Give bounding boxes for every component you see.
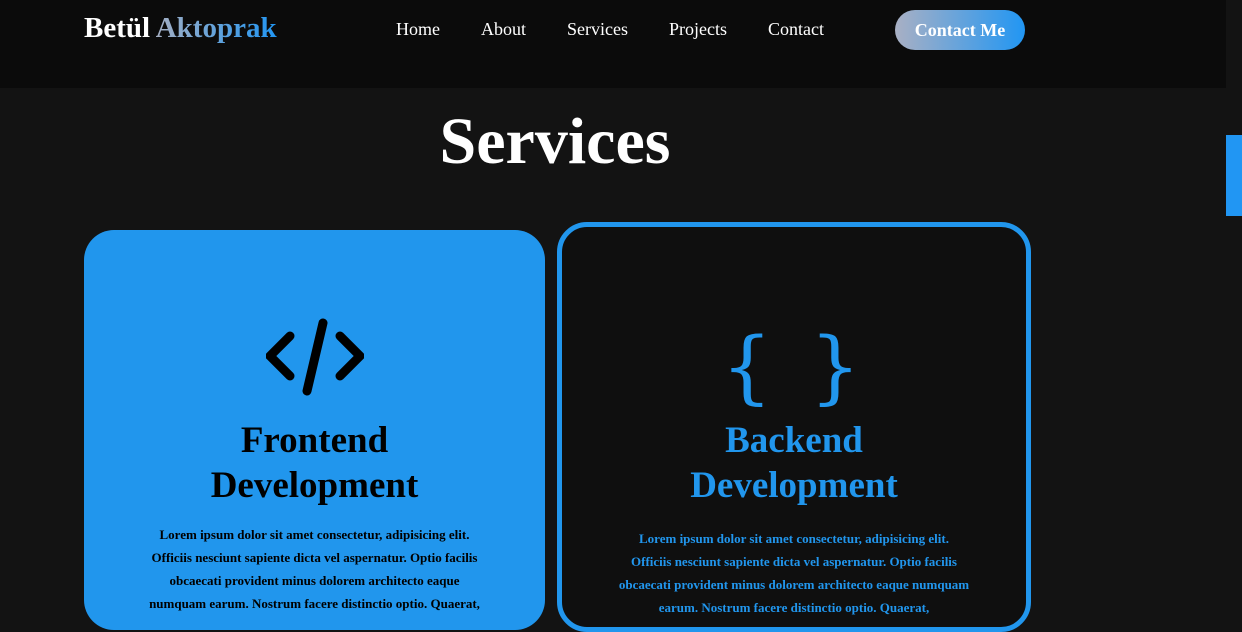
nav-contact[interactable]: Contact <box>768 19 824 40</box>
service-card-title: Frontend Development <box>84 418 545 508</box>
service-card-backend[interactable]: { } Backend Development Lorem ipsum dolo… <box>557 222 1031 632</box>
service-card-description: Lorem ipsum dolor sit amet consectetur, … <box>149 527 480 611</box>
service-title-line2: Development <box>210 465 419 506</box>
scrollbar-track[interactable] <box>1226 0 1242 612</box>
service-card-title: Backend Development <box>562 418 1026 508</box>
nav-projects[interactable]: Projects <box>669 19 727 40</box>
service-card-description: Lorem ipsum dolor sit amet consectetur, … <box>618 531 970 615</box>
main-nav: Home About Services Projects Contact <box>396 19 865 40</box>
site-header: Betül Aktoprak Home About Services Proje… <box>0 0 1226 88</box>
logo-first-name: Betül <box>84 12 151 44</box>
nav-services[interactable]: Services <box>567 19 628 40</box>
contact-me-button[interactable]: Contact Me <box>895 10 1025 50</box>
service-title-line2: Development <box>690 465 898 506</box>
code-icon-graphic <box>265 318 364 396</box>
nav-about[interactable]: About <box>481 19 526 40</box>
site-logo[interactable]: Betül Aktoprak <box>84 12 277 45</box>
services-heading: Services <box>439 105 671 178</box>
curly-braces-icon: { } <box>562 327 1026 407</box>
service-title-line1: Backend <box>725 420 863 461</box>
curly-braces-glyph: { } <box>721 320 867 413</box>
logo-last-name: Aktoprak <box>155 12 277 44</box>
code-icon <box>84 318 545 398</box>
service-title-line1: Frontend <box>240 420 389 461</box>
nav-home[interactable]: Home <box>396 19 440 40</box>
service-card-frontend[interactable]: Frontend Development Lorem ipsum dolor s… <box>84 230 545 630</box>
scrollbar-thumb[interactable] <box>1226 135 1242 216</box>
